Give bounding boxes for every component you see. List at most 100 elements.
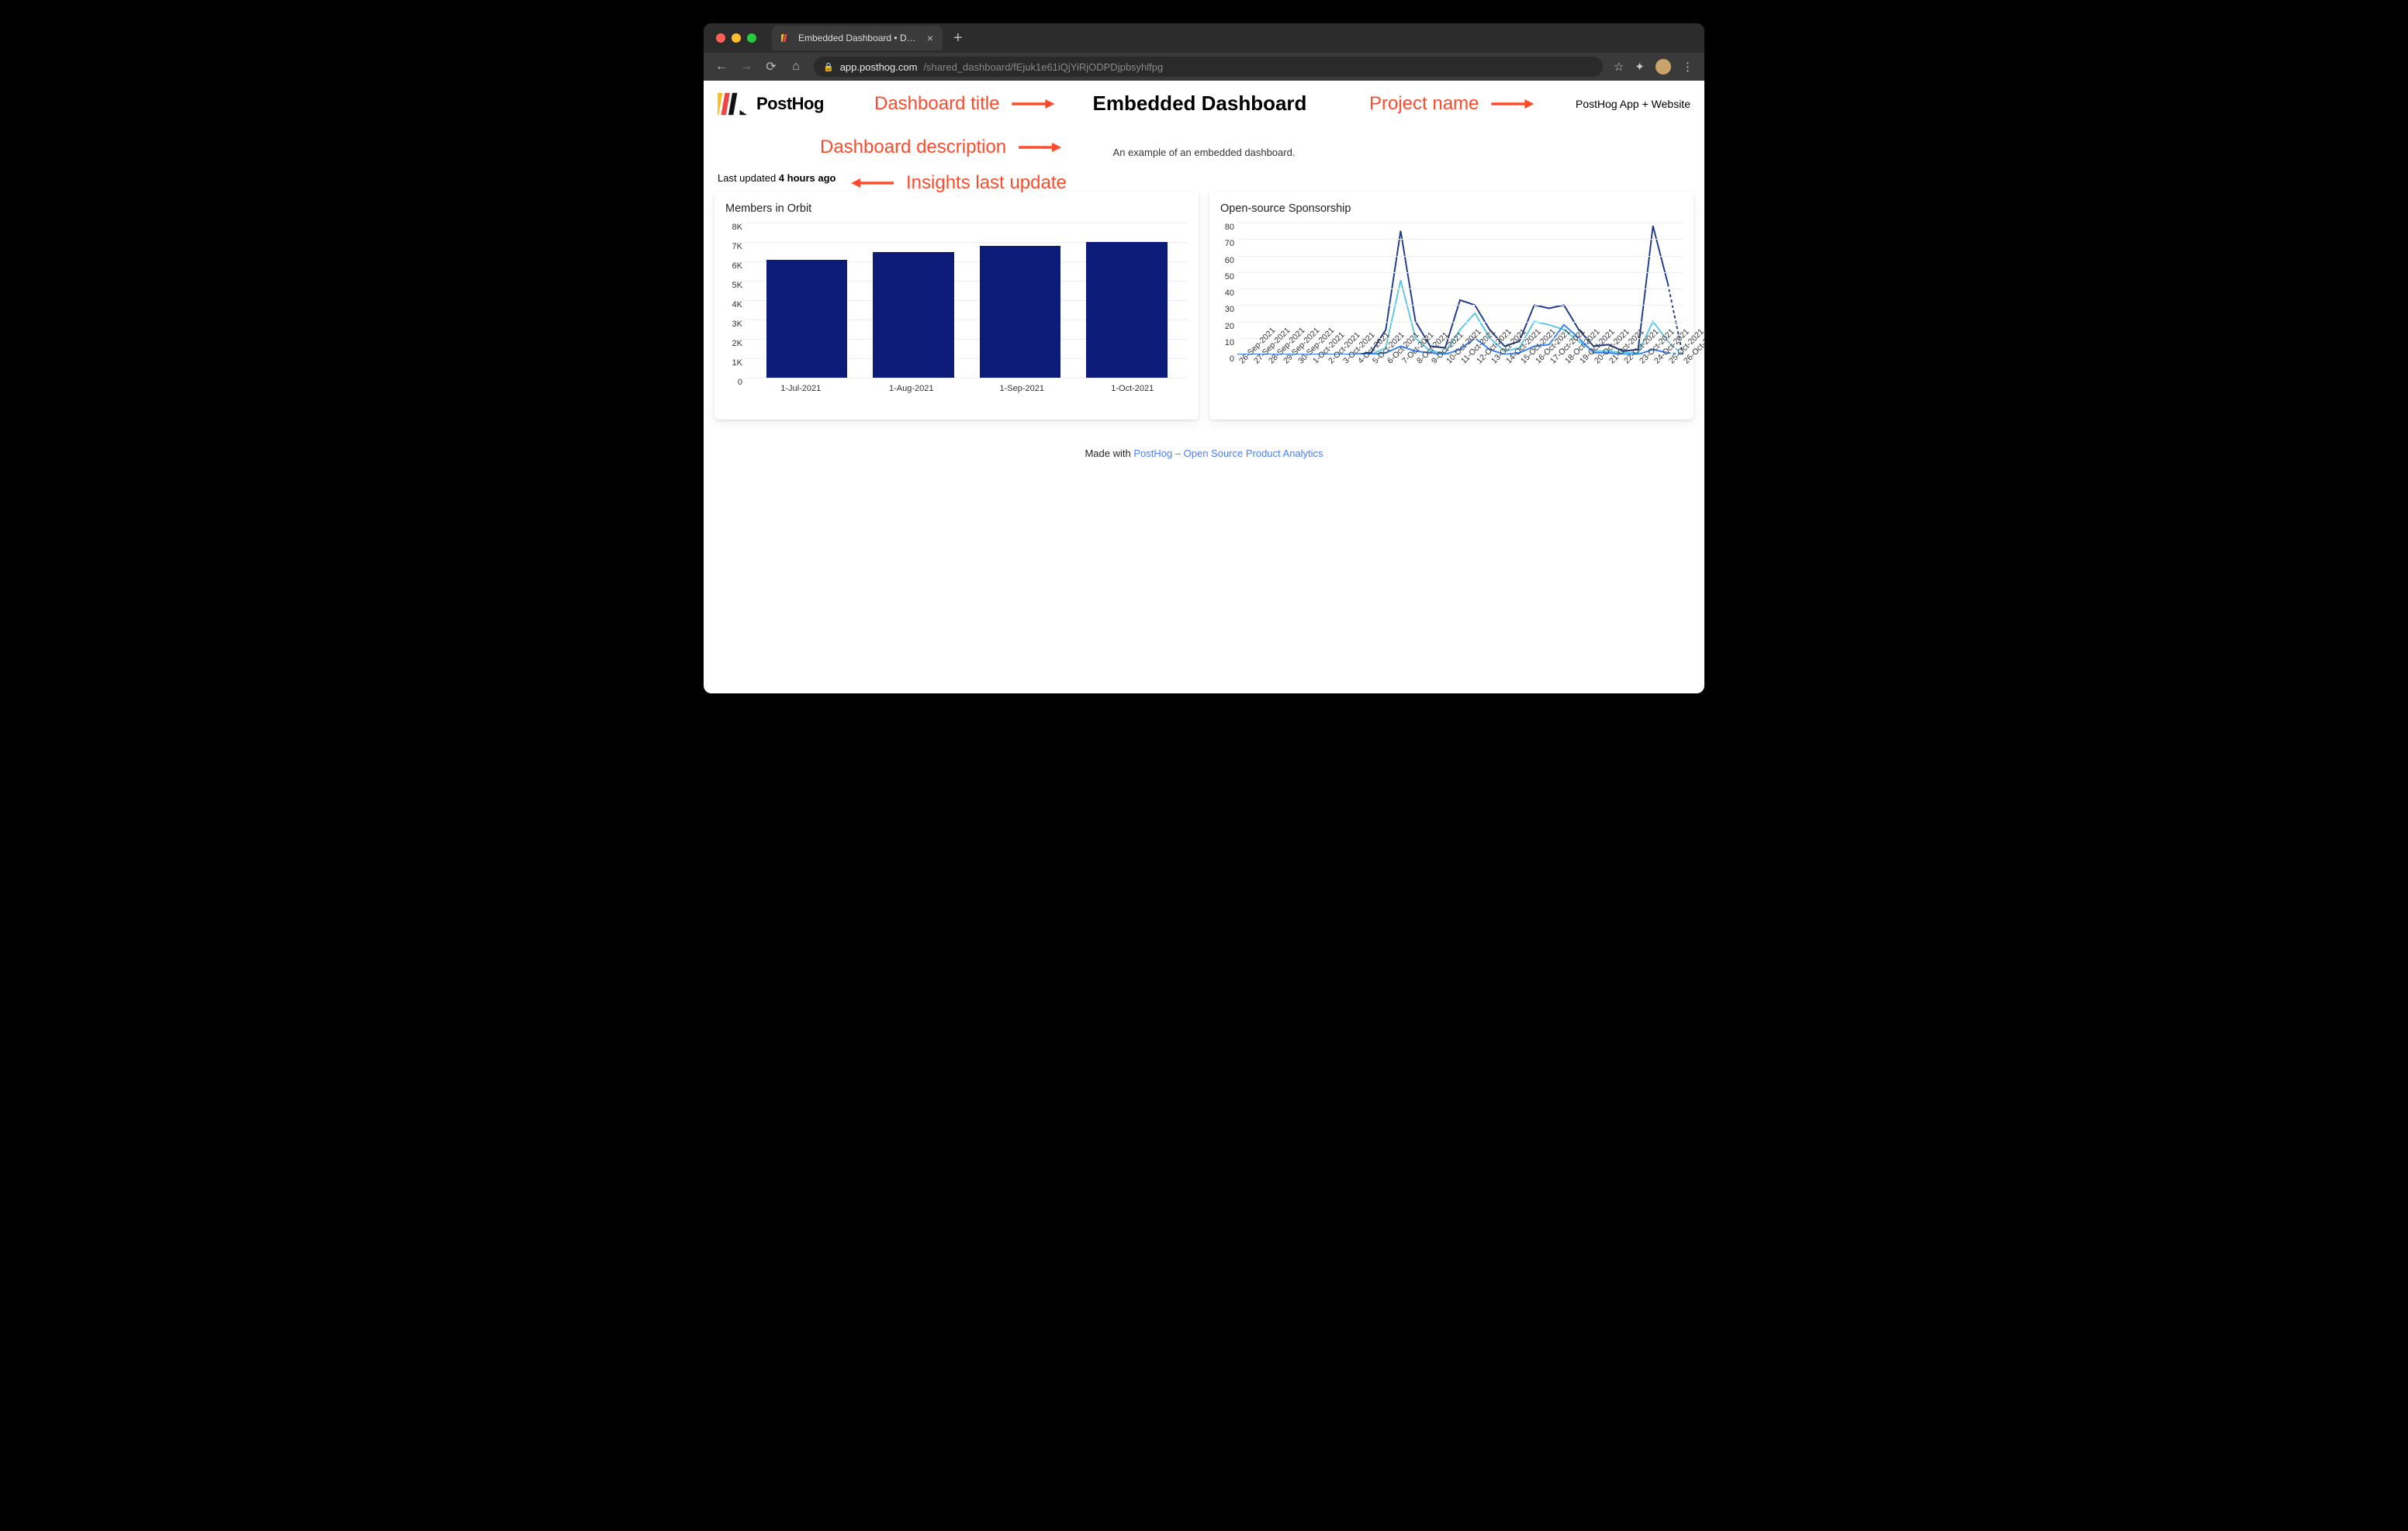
- browser-tab[interactable]: Embedded Dashboard • Dashb ×: [772, 26, 943, 50]
- y-tick: 20: [1225, 322, 1234, 331]
- browser-menu-button[interactable]: ⋮: [1682, 60, 1694, 74]
- dashboard-description: An example of an embedded dashboard.: [704, 147, 1704, 158]
- back-button[interactable]: ←: [714, 60, 728, 74]
- x-tick: 23-Oct-2021: [1638, 358, 1645, 365]
- x-tick: 27-Sep-2021: [1252, 358, 1259, 365]
- page-content: Dashboard title Project name Dashboard d…: [704, 81, 1704, 693]
- y-tick: 1K: [732, 358, 742, 368]
- x-tick: 22-Oct-2021: [1622, 358, 1629, 365]
- tab-title: Embedded Dashboard • Dashb: [798, 33, 916, 43]
- logo: PostHog: [718, 92, 824, 116]
- x-tick: 8-Oct-2021: [1415, 358, 1422, 365]
- footer-credit: Made with PostHog – Open Source Product …: [704, 448, 1704, 459]
- toolbar: ← → ⟳ ⌂ 🔒 app.posthog.com/shared_dashboa…: [704, 53, 1704, 81]
- y-tick: 0: [738, 378, 742, 387]
- y-tick: 7K: [732, 242, 742, 251]
- tab-strip: Embedded Dashboard • Dashb × +: [704, 23, 1704, 53]
- y-tick: 8K: [732, 223, 742, 232]
- insight-card-members[interactable]: Members in Orbit 01K2K3K4K5K6K7K8K 1-Jul…: [714, 192, 1199, 420]
- x-tick: 2-Oct-2021: [1327, 358, 1334, 365]
- x-tick: 4-Oct-2021: [1356, 358, 1363, 365]
- line-y-axis: 01020304050607080: [1220, 223, 1237, 354]
- x-tick: 14-Oct-2021: [1504, 358, 1511, 365]
- x-tick: 21-Oct-2021: [1607, 358, 1614, 365]
- browser-window: Embedded Dashboard • Dashb × + ← → ⟳ ⌂ 🔒…: [704, 23, 1704, 693]
- bar-x-axis: 1-Jul-20211-Aug-20211-Sep-20211-Oct-2021: [746, 384, 1188, 393]
- bar: [873, 252, 954, 378]
- tab-close-button[interactable]: ×: [927, 32, 933, 44]
- y-tick: 40: [1225, 289, 1234, 298]
- x-tick: 20-Oct-2021: [1593, 358, 1600, 365]
- y-tick: 60: [1225, 256, 1234, 265]
- card-title: Members in Orbit: [725, 202, 1188, 215]
- y-tick: 3K: [732, 320, 742, 329]
- x-tick: 1-Oct-2021: [1078, 384, 1188, 393]
- home-button[interactable]: ⌂: [789, 60, 803, 74]
- dashboard-title: Embedded Dashboard: [1093, 92, 1307, 116]
- minimize-window-button[interactable]: [732, 33, 741, 43]
- bar: [980, 246, 1061, 378]
- x-tick: 19-Oct-2021: [1578, 358, 1585, 365]
- bar: [766, 260, 848, 378]
- x-tick: 30-Sep-2021: [1296, 358, 1303, 365]
- x-tick: 11-Oct-2021: [1459, 358, 1466, 365]
- x-tick: 10-Oct-2021: [1444, 358, 1451, 365]
- bar: [1086, 242, 1168, 378]
- x-tick: 9-Oct-2021: [1430, 358, 1437, 365]
- x-tick: 29-Sep-2021: [1282, 358, 1289, 365]
- card-title: Open-source Sponsorship: [1220, 202, 1683, 215]
- y-tick: 6K: [732, 261, 742, 271]
- y-tick: 2K: [732, 339, 742, 348]
- x-tick: 1-Oct-2021: [1311, 358, 1318, 365]
- dashboard-header: PostHog Embedded Dashboard PostHog App +…: [704, 81, 1704, 120]
- address-bar[interactable]: 🔒 app.posthog.com/shared_dashboard/fEjuk…: [814, 57, 1603, 77]
- y-tick: 50: [1225, 272, 1234, 282]
- y-tick: 80: [1225, 223, 1234, 232]
- bookmark-button[interactable]: ☆: [1614, 60, 1624, 74]
- last-updated-prefix: Last updated: [718, 172, 779, 184]
- x-tick: 5-Oct-2021: [1371, 358, 1378, 365]
- insight-card-sponsorship[interactable]: Open-source Sponsorship 0 10 20 30 40 50 60 70 8…: [1209, 192, 1694, 420]
- window-controls: [716, 33, 756, 43]
- x-tick: 15-Oct-2021: [1519, 358, 1526, 365]
- bar-chart: 01K2K3K4K5K6K7K8K: [746, 223, 1188, 378]
- x-tick: 16-Oct-2021: [1534, 358, 1541, 365]
- last-updated-value: 4 hours ago: [779, 172, 836, 184]
- x-tick: 13-Oct-2021: [1489, 358, 1496, 365]
- y-tick: 30: [1225, 305, 1234, 314]
- y-tick: 5K: [732, 281, 742, 290]
- x-tick: 26-Oct-2021: [1682, 358, 1689, 365]
- close-window-button[interactable]: [716, 33, 725, 43]
- x-tick: 3-Oct-2021: [1341, 358, 1348, 365]
- extensions-button[interactable]: ✦: [1635, 60, 1645, 74]
- x-tick: 1-Sep-2021: [967, 384, 1078, 393]
- y-tick: 70: [1225, 239, 1234, 248]
- bar-y-axis: 01K2K3K4K5K6K7K8K: [725, 223, 746, 378]
- tab-favicon-icon: [781, 33, 792, 43]
- x-tick: 1-Jul-2021: [746, 384, 856, 393]
- forward-button[interactable]: →: [739, 60, 753, 74]
- logo-text: PostHog: [756, 94, 824, 114]
- maximize-window-button[interactable]: [747, 33, 756, 43]
- url-path: /shared_dashboard/fEjuk1e61iQjYiRjODPDjp…: [923, 61, 1163, 73]
- toolbar-right: ☆ ✦ ⋮: [1614, 59, 1694, 74]
- y-tick: 10: [1225, 338, 1234, 347]
- new-tab-button[interactable]: +: [953, 30, 963, 46]
- x-tick: 18-Oct-2021: [1563, 358, 1570, 365]
- bars-region: [746, 223, 1188, 378]
- x-tick: 7-Oct-2021: [1400, 358, 1407, 365]
- x-tick: 24-Oct-2021: [1652, 358, 1659, 365]
- cards-row: Members in Orbit 01K2K3K4K5K6K7K8K 1-Jul…: [704, 192, 1704, 420]
- reload-button[interactable]: ⟳: [764, 59, 778, 74]
- url-host: app.posthog.com: [840, 61, 918, 73]
- project-name: PostHog App + Website: [1576, 98, 1690, 110]
- profile-avatar[interactable]: [1656, 59, 1671, 74]
- x-tick: 17-Oct-2021: [1548, 358, 1555, 365]
- x-tick: 28-Sep-2021: [1267, 358, 1274, 365]
- x-tick: 12-Oct-2021: [1475, 358, 1482, 365]
- footer-link[interactable]: PostHog – Open Source Product Analytics: [1133, 448, 1323, 459]
- y-tick: 0: [1230, 354, 1234, 364]
- x-tick: 1-Aug-2021: [856, 384, 967, 393]
- line-x-axis: 26-Sep-202127-Sep-202128-Sep-202129-Sep-…: [1237, 359, 1683, 368]
- x-tick: 6-Oct-2021: [1386, 358, 1393, 365]
